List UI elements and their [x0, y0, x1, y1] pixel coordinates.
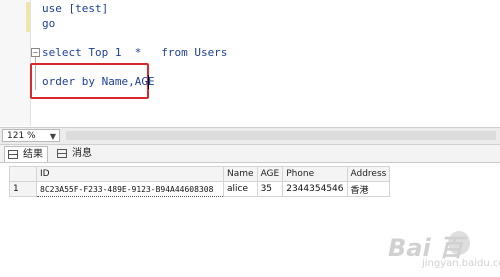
table-row: 1 8C23A55F-F233-489E-9123-B94A44608308 a…	[9, 181, 391, 197]
column-header[interactable]: AGE	[256, 166, 284, 182]
tab-messages[interactable]: 消息	[54, 146, 96, 161]
table-cell[interactable]: 35	[256, 181, 284, 197]
grid-icon	[8, 150, 18, 159]
table-cell[interactable]: 2344354546	[282, 181, 348, 197]
table-cell[interactable]: 香港	[346, 181, 391, 197]
row-number[interactable]: 1	[9, 181, 37, 197]
results-tab-bar: 结果 消息	[0, 145, 500, 163]
code-line-3[interactable]: select Top 1 * from Users	[42, 46, 227, 60]
change-marker	[26, 2, 30, 32]
horizontal-scrollbar[interactable]	[66, 131, 496, 140]
status-bar: 121 % ▼	[0, 127, 500, 145]
chevron-down-icon: ▼	[49, 132, 56, 141]
column-header	[9, 166, 37, 182]
table-cell[interactable]: 8C23A55F-F233-489E-9123-B94A44608308	[36, 181, 224, 197]
tab-messages-label: 消息	[72, 148, 92, 159]
text-cursor	[148, 75, 149, 89]
zoom-value: 121 %	[7, 131, 36, 141]
column-header[interactable]: Name	[223, 166, 258, 182]
results-grid: ID Name AGE Phone Address 1 8C23A55F-F23…	[0, 163, 500, 277]
zoom-dropdown[interactable]: 121 % ▼	[2, 129, 60, 142]
column-header[interactable]: ID	[36, 166, 224, 182]
table-cell[interactable]: alice	[223, 181, 258, 197]
tab-results-label: 结果	[23, 149, 43, 160]
column-header[interactable]: Phone	[282, 166, 348, 182]
code-line-1[interactable]: use [test]	[42, 2, 108, 16]
code-line-4[interactable]: order by Name,AGE	[42, 75, 155, 89]
tab-results[interactable]: 结果	[4, 146, 48, 162]
table-header-row: ID Name AGE Phone Address	[9, 166, 391, 182]
watermark-logo: Bai 百 jingyan.baidu.com	[388, 228, 500, 274]
watermark-subtext: jingyan.baidu.com	[422, 258, 500, 269]
results-table: ID Name AGE Phone Address 1 8C23A55F-F23…	[9, 166, 391, 197]
column-header[interactable]: Address	[346, 166, 391, 182]
collapse-toggle-icon[interactable]: −	[31, 48, 40, 57]
sql-editor[interactable]: use [test] go − select Top 1 * from User…	[0, 0, 500, 126]
code-line-2[interactable]: go	[42, 17, 55, 31]
editor-gutter	[0, 0, 31, 126]
messages-icon	[57, 149, 67, 158]
